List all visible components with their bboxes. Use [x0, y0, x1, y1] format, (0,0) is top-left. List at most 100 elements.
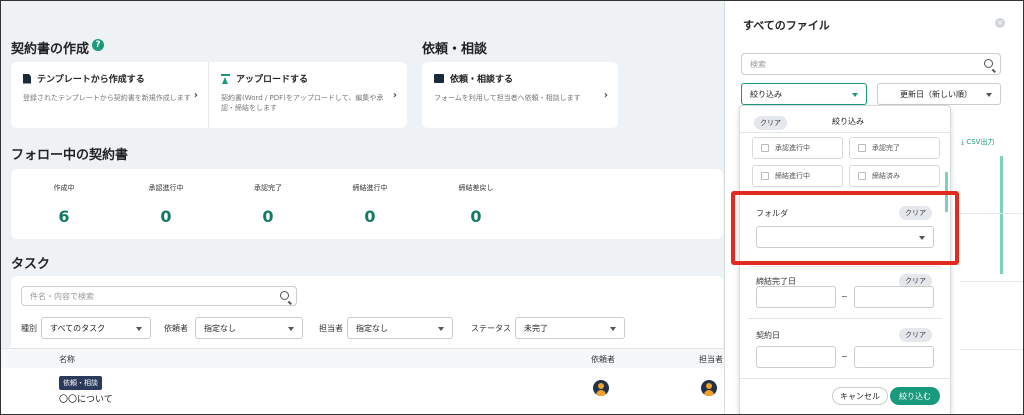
divider	[960, 281, 1023, 282]
followed-title: フォロー中の契約書	[11, 148, 129, 163]
request-card: 依頼・相談する フォームを利用して担当者へ依頼・相談します ›	[422, 62, 618, 128]
divider	[740, 132, 950, 133]
stat-signing-progress[interactable]: 締結進行中 0	[320, 183, 420, 226]
contract-date-label: 契約日	[756, 331, 780, 340]
app-window: 契約書の作成 ? テンプレートから作成する 登録されたテンプレートから契約書を新…	[0, 0, 1024, 415]
range-separator: ~	[841, 292, 848, 301]
file-search-input[interactable]: 検索	[741, 53, 1001, 75]
checkbox[interactable]	[761, 144, 769, 152]
check-label: 締結済み	[872, 172, 900, 180]
csv-export-button[interactable]: ⤓ CSV出力	[961, 137, 994, 147]
followed-stats-card: 作成中 6 承認進行中 0 承認完了 0 締結進行中 0 締結差戻し 0	[11, 169, 723, 239]
template-desc: 登録されたテンプレートから契約書を新規作成します	[23, 94, 191, 102]
filter-toggle-button[interactable]: 絞り込み	[741, 83, 867, 105]
status-select[interactable]: 未完了	[515, 317, 625, 339]
person-card-icon	[434, 74, 444, 83]
chevron-down-icon	[852, 93, 858, 97]
chevron-right-icon: ›	[603, 90, 608, 101]
stat-label: 作成中	[53, 184, 75, 192]
requester-select[interactable]: 指定なし	[195, 317, 303, 339]
stat-label: 締結差戻し	[458, 184, 494, 192]
upload-desc: 契約書(Word / PDF)をアップロードして、編集や承認・締結をします	[221, 94, 384, 112]
csv-label: CSV出力	[966, 138, 995, 146]
avatar	[701, 380, 717, 396]
chevron-down-icon	[438, 327, 444, 331]
checkbox[interactable]	[858, 172, 866, 180]
task-title: タスク	[11, 257, 51, 272]
table-row[interactable]: 依頼・相談 〇〇について	[1, 368, 727, 414]
request-button[interactable]: 依頼・相談する フォームを利用して担当者へ依頼・相談します ›	[422, 62, 618, 128]
upload-button[interactable]: アップロードする 契約書(Word / PDF)をアップロードして、編集や承認・…	[209, 62, 407, 128]
col-requester: 依頼者	[591, 355, 615, 364]
check-signing-progress[interactable]: 締結進行中	[752, 165, 843, 187]
create-from-template-button[interactable]: テンプレートから作成する 登録されたテンプレートから契約書を新規作成します ›	[11, 62, 209, 128]
assignee-label: 担当者	[319, 324, 343, 333]
apply-filter-button[interactable]: 絞り込む	[890, 387, 940, 405]
contract-date-to[interactable]	[854, 346, 934, 368]
stat-value: 6	[58, 207, 70, 226]
contract-create-card: テンプレートから作成する 登録されたテンプレートから契約書を新規作成します › …	[11, 62, 407, 128]
sort-select[interactable]: 更新日（新しい順）	[877, 83, 1001, 105]
row-title: 〇〇について	[59, 395, 113, 405]
stat-value: 0	[364, 207, 376, 226]
assignee-select[interactable]: 指定なし	[347, 317, 453, 339]
chevron-down-icon	[986, 93, 992, 97]
divider	[960, 349, 1023, 350]
divider	[740, 378, 950, 379]
contract-date-section: 契約日 クリア ~	[748, 320, 942, 382]
document-icon	[23, 73, 31, 84]
stat-approval-complete[interactable]: 承認完了 0	[218, 183, 318, 226]
search-icon[interactable]	[984, 59, 993, 68]
task-search-input[interactable]: 件名・内容で検索	[21, 286, 297, 306]
status-select-value: 未完了	[524, 323, 548, 333]
stat-label: 承認完了	[254, 184, 282, 192]
check-label: 承認完了	[872, 144, 900, 152]
task-table-header: 名称 依頼者 担当者	[1, 348, 727, 368]
chevron-right-icon: ›	[193, 90, 198, 101]
cancel-button[interactable]: キャンセル	[832, 387, 888, 405]
check-approval-complete[interactable]: 承認完了	[849, 137, 940, 159]
stat-label: 締結進行中	[352, 184, 388, 192]
stat-approval-progress[interactable]: 承認進行中 0	[116, 183, 216, 226]
chevron-right-icon: ›	[392, 90, 397, 101]
contract-date-from[interactable]	[756, 346, 836, 368]
annotation-highlight	[731, 191, 959, 265]
checkbox[interactable]	[858, 144, 866, 152]
filter-toggle-label: 絞り込み	[750, 89, 782, 99]
stat-value: 0	[160, 207, 172, 226]
divider	[748, 318, 942, 319]
range-separator: ~	[841, 352, 848, 361]
template-title: テンプレートから作成する	[37, 75, 145, 85]
filter-header: 絞り込み	[832, 117, 864, 126]
contract-date-clear-button[interactable]: クリア	[899, 328, 932, 342]
stat-signing-returned[interactable]: 締結差戻し 0	[426, 183, 526, 226]
search-icon[interactable]	[280, 291, 289, 300]
completion-date-to[interactable]	[854, 286, 934, 308]
upload-icon	[221, 73, 230, 84]
checkbox[interactable]	[761, 172, 769, 180]
close-icon[interactable]: ×	[995, 18, 1005, 28]
stat-drafting[interactable]: 作成中 6	[14, 183, 114, 226]
completion-date-from[interactable]	[756, 286, 836, 308]
request-badge: 依頼・相談	[59, 376, 102, 390]
scroll-indicator	[1000, 156, 1003, 274]
type-select[interactable]: すべてのタスク	[41, 317, 151, 339]
check-approval-progress[interactable]: 承認進行中	[752, 137, 843, 159]
upload-title: アップロードする	[236, 75, 309, 85]
check-signed[interactable]: 締結済み	[849, 165, 940, 187]
avatar	[593, 380, 609, 396]
stat-value: 0	[262, 207, 274, 226]
type-select-value: すべてのタスク	[50, 323, 106, 333]
clear-all-button[interactable]: クリア	[754, 116, 787, 130]
chevron-down-icon	[610, 327, 616, 331]
check-label: 締結進行中	[775, 172, 810, 180]
help-icon[interactable]: ?	[92, 39, 104, 51]
requester-select-value: 指定なし	[204, 323, 236, 333]
request-desc: フォームを利用して担当者へ依頼・相談します	[434, 94, 581, 102]
panel-title: すべてのファイル	[743, 19, 830, 32]
stat-value: 0	[470, 207, 482, 226]
contract-create-title: 契約書の作成	[11, 42, 90, 57]
status-label: ステータス	[471, 324, 511, 333]
col-name: 名称	[59, 355, 75, 364]
sort-select-value: 更新日（新しい順）	[900, 89, 972, 99]
